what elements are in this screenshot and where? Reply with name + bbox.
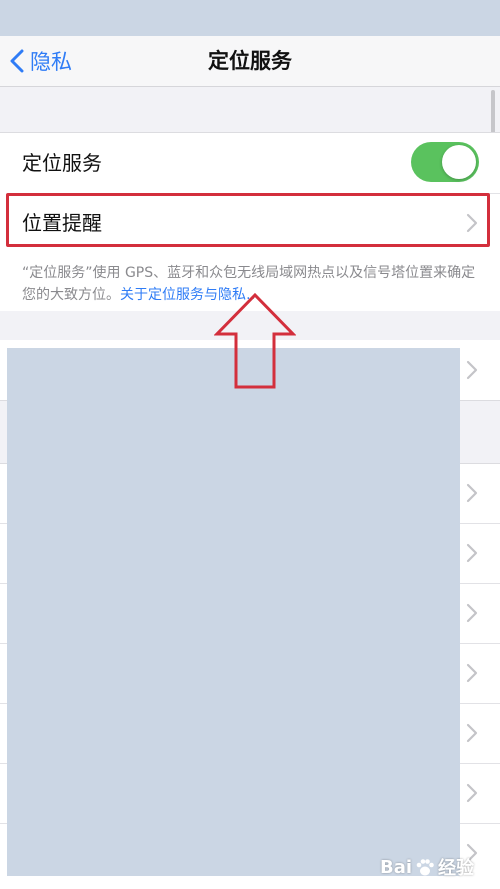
status-bar-redacted xyxy=(0,0,500,36)
location-services-toggle[interactable] xyxy=(411,142,479,182)
watermark-brand-left: Bai xyxy=(380,856,413,878)
back-button[interactable]: 隐私 xyxy=(10,36,72,86)
chevron-right-icon xyxy=(466,483,478,503)
chevron-right-icon xyxy=(466,663,478,683)
back-button-label: 隐私 xyxy=(30,50,72,74)
page-title: 定位服务 xyxy=(208,49,292,73)
chevron-right-icon xyxy=(466,783,478,803)
redacted-region xyxy=(7,348,460,876)
up-arrow-icon xyxy=(214,292,296,389)
location-services-row: 定位服务 xyxy=(0,133,500,193)
watermark-brand-right: 经验 xyxy=(438,858,475,879)
chevron-right-icon xyxy=(466,543,478,563)
watermark: Bai 经验 xyxy=(380,852,474,882)
annotation-highlight-box xyxy=(6,193,490,247)
location-services-label: 定位服务 xyxy=(22,151,102,175)
navigation-bar: 定位服务 隐私 xyxy=(0,36,500,87)
chevron-right-icon xyxy=(466,603,478,623)
chevron-left-icon xyxy=(10,49,24,73)
chevron-right-icon xyxy=(466,723,478,743)
toggle-knob xyxy=(442,145,476,179)
chevron-right-icon xyxy=(466,360,478,380)
paw-icon xyxy=(416,859,434,876)
